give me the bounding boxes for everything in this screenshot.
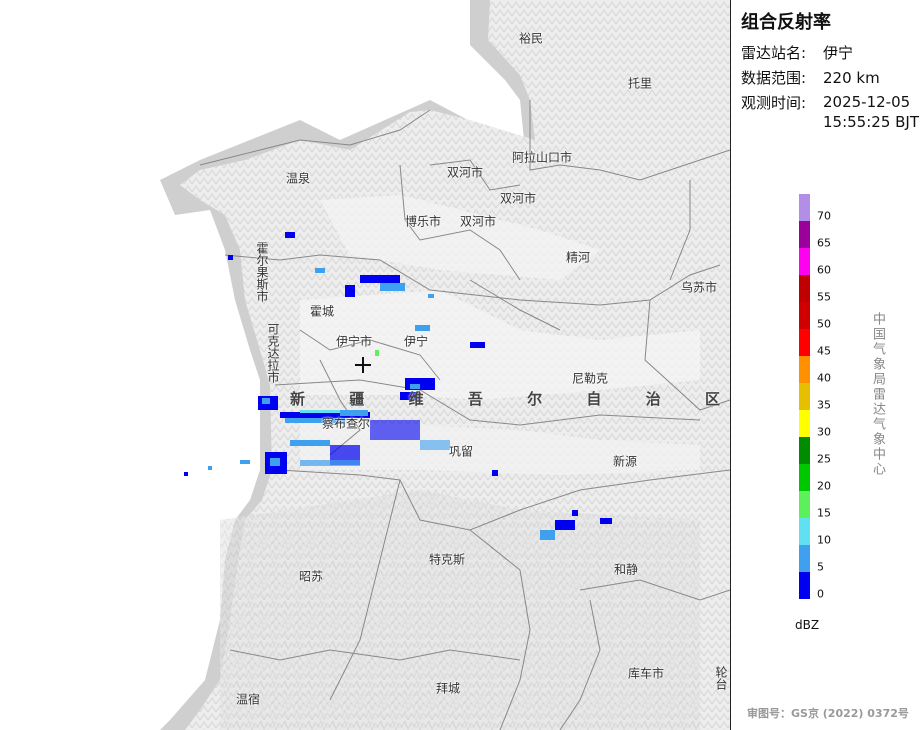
region-char: 新 [290,390,306,408]
place-label: 乌苏市 [680,280,718,295]
legend-swatch [799,437,810,464]
place-label: 博乐市 [404,214,442,229]
region-char: 区 [704,390,720,408]
vertical-place-label: 可克达拉市 [266,323,280,383]
vertical-place-label: 霍尔果斯市 [255,242,269,302]
place-label: 尼勒克 [571,371,609,386]
product-title: 组合反射率 [741,12,831,33]
range-label: 数据范围: [741,69,807,87]
place-label: 和静 [613,562,639,577]
legend-tick: 35 [817,398,831,412]
legend-tick: 0 [817,587,824,601]
info-panel: 组合反射率 雷达站名: 伊宁 数据范围: 220 km 观测时间: 2025-12-… [730,0,920,730]
legend-swatch [799,491,810,518]
legend-tick: 65 [817,236,831,250]
legend-swatch [799,194,810,221]
legend-swatch [799,248,810,275]
range-row: 数据范围: 220 km [741,67,880,88]
time-value: 2025-12-05 15:55:25 BJT [823,92,919,132]
radar-map[interactable]: 裕民 托里 阿拉山口市 双河市 双河市 温泉 博乐市 双河市 精河 乌苏市 霍城… [0,0,730,730]
region-char: 吾 [467,390,483,408]
legend-swatch [799,518,810,545]
unit-label: dBZ [795,618,820,632]
place-label: 昭苏 [298,569,324,584]
time-clock: 15:55:25 BJT [823,113,920,131]
legend-tick: 55 [817,290,831,304]
legend-swatch [799,545,810,572]
legend-tick: 30 [817,425,831,439]
legend-swatch [799,221,810,248]
place-label: 拜城 [435,681,461,696]
place-label: 温泉 [285,171,311,186]
region-char: 维 [408,390,424,408]
legend-swatch [799,302,810,329]
legend-tick: 50 [817,317,831,331]
legend-tick: 70 [817,209,831,223]
range-value: 220 km [823,69,880,87]
time-label: 观测时间: [741,94,807,112]
legend-swatch [799,356,810,383]
place-label: 裕民 [518,31,544,46]
legend-swatch [799,275,810,302]
place-label: 伊宁 [403,334,429,349]
place-label: 精河 [565,250,591,265]
legend-swatch [799,410,810,437]
approval-number: 审图号：GS京 (2022) 0372号 [747,707,909,720]
legend-tick: 40 [817,371,831,385]
place-label: 托里 [627,76,653,91]
place-label: 伊宁市 [335,334,373,349]
region-label: 新 疆 维 吾 尔 自 治 区 [290,388,720,409]
radar-site-crosshair [355,357,371,373]
region-char: 尔 [527,390,543,408]
time-row: 观测时间: [741,92,823,113]
legend-swatch [799,464,810,491]
legend-tick: 10 [817,533,831,547]
place-label: 双河市 [459,214,497,229]
place-label: 库车市 [627,666,665,681]
legend-tick: 45 [817,344,831,358]
place-label: 巩留 [448,444,474,459]
vertical-place-label: 轮台 [714,666,728,690]
place-label: 双河市 [446,165,484,180]
region-char: 自 [586,390,602,408]
legend-tick: 25 [817,452,831,466]
organization-label: 中国气象局雷达气象中心 [870,312,885,477]
place-label: 察布查尔 [321,416,371,431]
place-label: 新源 [612,454,638,469]
place-label: 双河市 [499,191,537,206]
place-label: 阿拉山口市 [511,150,573,165]
station-label: 雷达站名: [741,44,807,62]
place-label: 特克斯 [428,552,466,567]
station-value: 伊宁 [823,44,854,62]
legend-swatch [799,572,810,599]
legend-tick: 60 [817,263,831,277]
time-date: 2025-12-05 [823,93,911,111]
legend-tick: 5 [817,560,824,574]
place-label: 霍城 [309,304,335,319]
place-label: 温宿 [235,692,261,707]
legend-tick: 20 [817,479,831,493]
station-row: 雷达站名: 伊宁 [741,42,853,63]
legend-swatch [799,383,810,410]
region-char: 治 [645,390,661,408]
legend-tick: 15 [817,506,831,520]
region-char: 疆 [349,390,365,408]
legend-swatch [799,329,810,356]
